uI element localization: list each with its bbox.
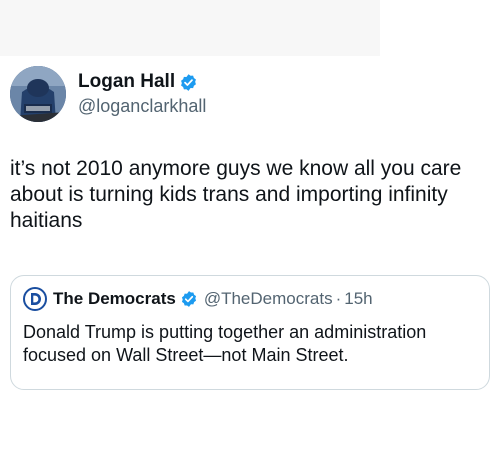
quoted-tweet-header: The Democrats @TheDemocrats · 15h: [23, 287, 373, 311]
tweet-card[interactable]: Logan Hall @loganclarkhall it’s not 2010…: [0, 56, 500, 449]
avatar[interactable]: [10, 66, 66, 122]
quoted-tweet-text: Donald Trump is putting together an admi…: [23, 322, 427, 365]
tweet-text: it’s not 2010 anymore guys we know all y…: [10, 157, 462, 232]
author-name-row[interactable]: Logan Hall: [78, 71, 198, 93]
quoted-tweet[interactable]: The Democrats @TheDemocrats · 15h Donald…: [10, 275, 490, 390]
top-background-right: [380, 0, 500, 56]
author-handle[interactable]: @loganclarkhall: [78, 96, 206, 117]
democrats-logo-icon[interactable]: [23, 287, 47, 311]
screenshot-canvas: Logan Hall @loganclarkhall it’s not 2010…: [0, 0, 500, 449]
timestamp-separator: ·: [335, 289, 342, 308]
quoted-author-display-name[interactable]: The Democrats: [53, 289, 176, 309]
quoted-timestamp[interactable]: 15h: [344, 289, 372, 309]
quoted-author-handle[interactable]: @TheDemocrats: [204, 289, 333, 309]
profile-photo: [10, 66, 66, 122]
verified-badge-icon: [181, 73, 197, 91]
author-display-name[interactable]: Logan Hall: [78, 71, 175, 93]
verified-badge-icon: [181, 291, 196, 307]
